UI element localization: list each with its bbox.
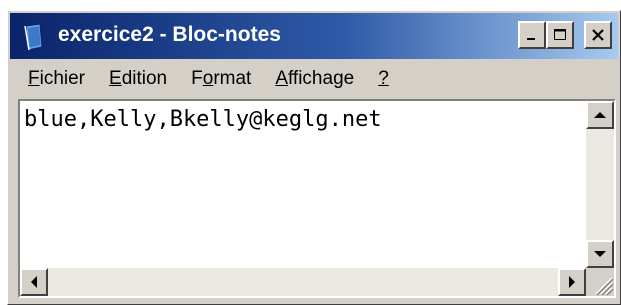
notepad-icon bbox=[24, 23, 43, 51]
close-button[interactable] bbox=[584, 21, 612, 49]
arrow-down-icon bbox=[594, 251, 606, 257]
arrow-up-icon bbox=[594, 112, 606, 118]
title-bar[interactable]: exercice2 - Bloc-notes bbox=[10, 13, 618, 59]
scroll-up-button[interactable] bbox=[586, 101, 614, 129]
scroll-down-button[interactable] bbox=[586, 240, 614, 268]
scroll-left-button[interactable] bbox=[20, 268, 48, 296]
window-title: exercice2 - Bloc-notes bbox=[58, 23, 281, 46]
arrow-left-icon bbox=[31, 276, 37, 288]
arrow-right-icon bbox=[569, 276, 575, 288]
menu-format[interactable]: Format bbox=[191, 68, 251, 90]
menu-help[interactable]: ? bbox=[378, 68, 389, 90]
minimize-icon bbox=[527, 38, 535, 40]
menu-fichier[interactable]: Fichier bbox=[28, 68, 85, 90]
minimize-button[interactable] bbox=[518, 21, 546, 49]
resize-grip-icon bbox=[595, 277, 614, 296]
vertical-scrollbar[interactable] bbox=[586, 101, 614, 268]
scroll-right-button[interactable] bbox=[558, 268, 586, 296]
horizontal-scrollbar[interactable] bbox=[20, 268, 586, 296]
resize-grip[interactable] bbox=[586, 268, 614, 296]
editor-text[interactable]: blue,Kelly,Bkelly@keglg.net bbox=[24, 107, 382, 132]
menu-bar: Fichier Edition Format Affichage ? bbox=[10, 61, 618, 97]
close-icon bbox=[592, 29, 604, 41]
notepad-window: exercice2 - Bloc-notes Fichier Edition F… bbox=[7, 10, 621, 305]
maximize-button[interactable] bbox=[546, 21, 574, 49]
maximize-icon bbox=[554, 29, 566, 40]
menu-affichage[interactable]: Affichage bbox=[275, 68, 354, 90]
menu-edition[interactable]: Edition bbox=[109, 68, 167, 90]
text-editor[interactable]: blue,Kelly,Bkelly@keglg.net bbox=[18, 99, 616, 298]
